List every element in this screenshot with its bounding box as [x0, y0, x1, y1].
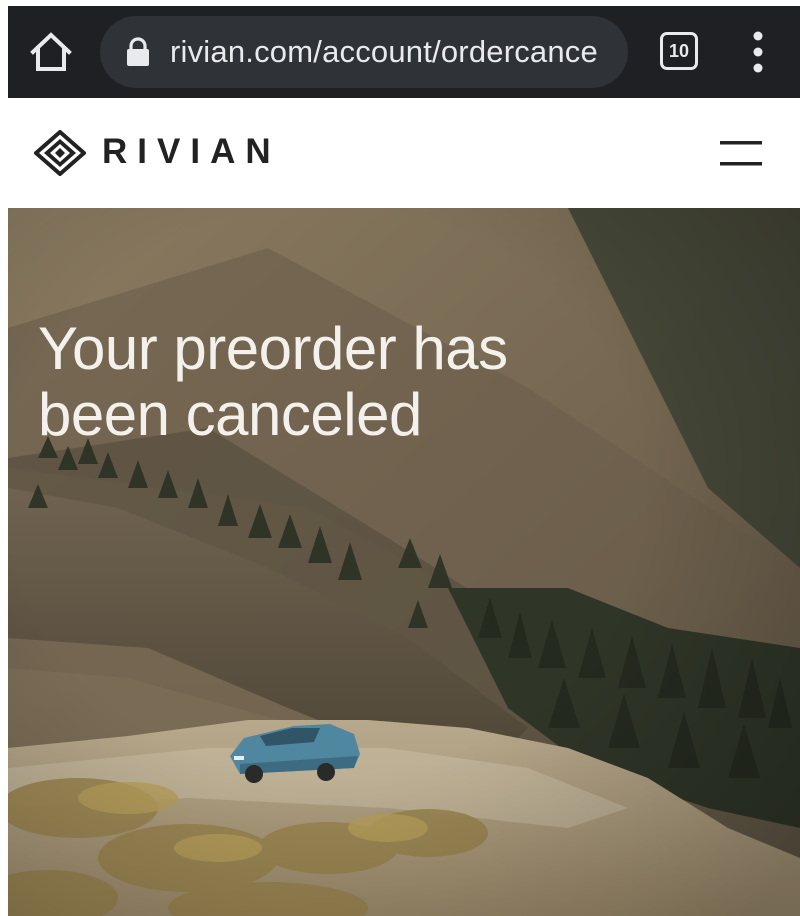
url-text: rivian.com/account/ordercance [170, 34, 598, 69]
page-title: Your preorder has been canceled [38, 315, 508, 448]
site-header: RIVIAN [8, 98, 800, 208]
site-menu-button[interactable] [718, 136, 764, 170]
tab-switcher-button[interactable]: 10 [660, 32, 698, 70]
browser-menu-button[interactable] [738, 28, 778, 76]
screen: rivian.com/account/ordercance 10 RIVIAN [0, 0, 800, 916]
browser-toolbar: rivian.com/account/ordercance 10 [8, 6, 800, 98]
more-vert-icon [753, 31, 763, 73]
home-button[interactable] [28, 30, 74, 74]
hamburger-menu-icon [720, 141, 762, 166]
rivian-compass-logo-icon[interactable] [34, 130, 86, 176]
address-bar[interactable]: rivian.com/account/ordercance [100, 16, 628, 88]
brand-name[interactable]: RIVIAN [102, 132, 281, 172]
lock-icon [127, 37, 149, 66]
home-icon [30, 32, 72, 71]
tab-count: 10 [668, 40, 690, 61]
hero-banner: Your preorder has been canceled [8, 208, 800, 916]
